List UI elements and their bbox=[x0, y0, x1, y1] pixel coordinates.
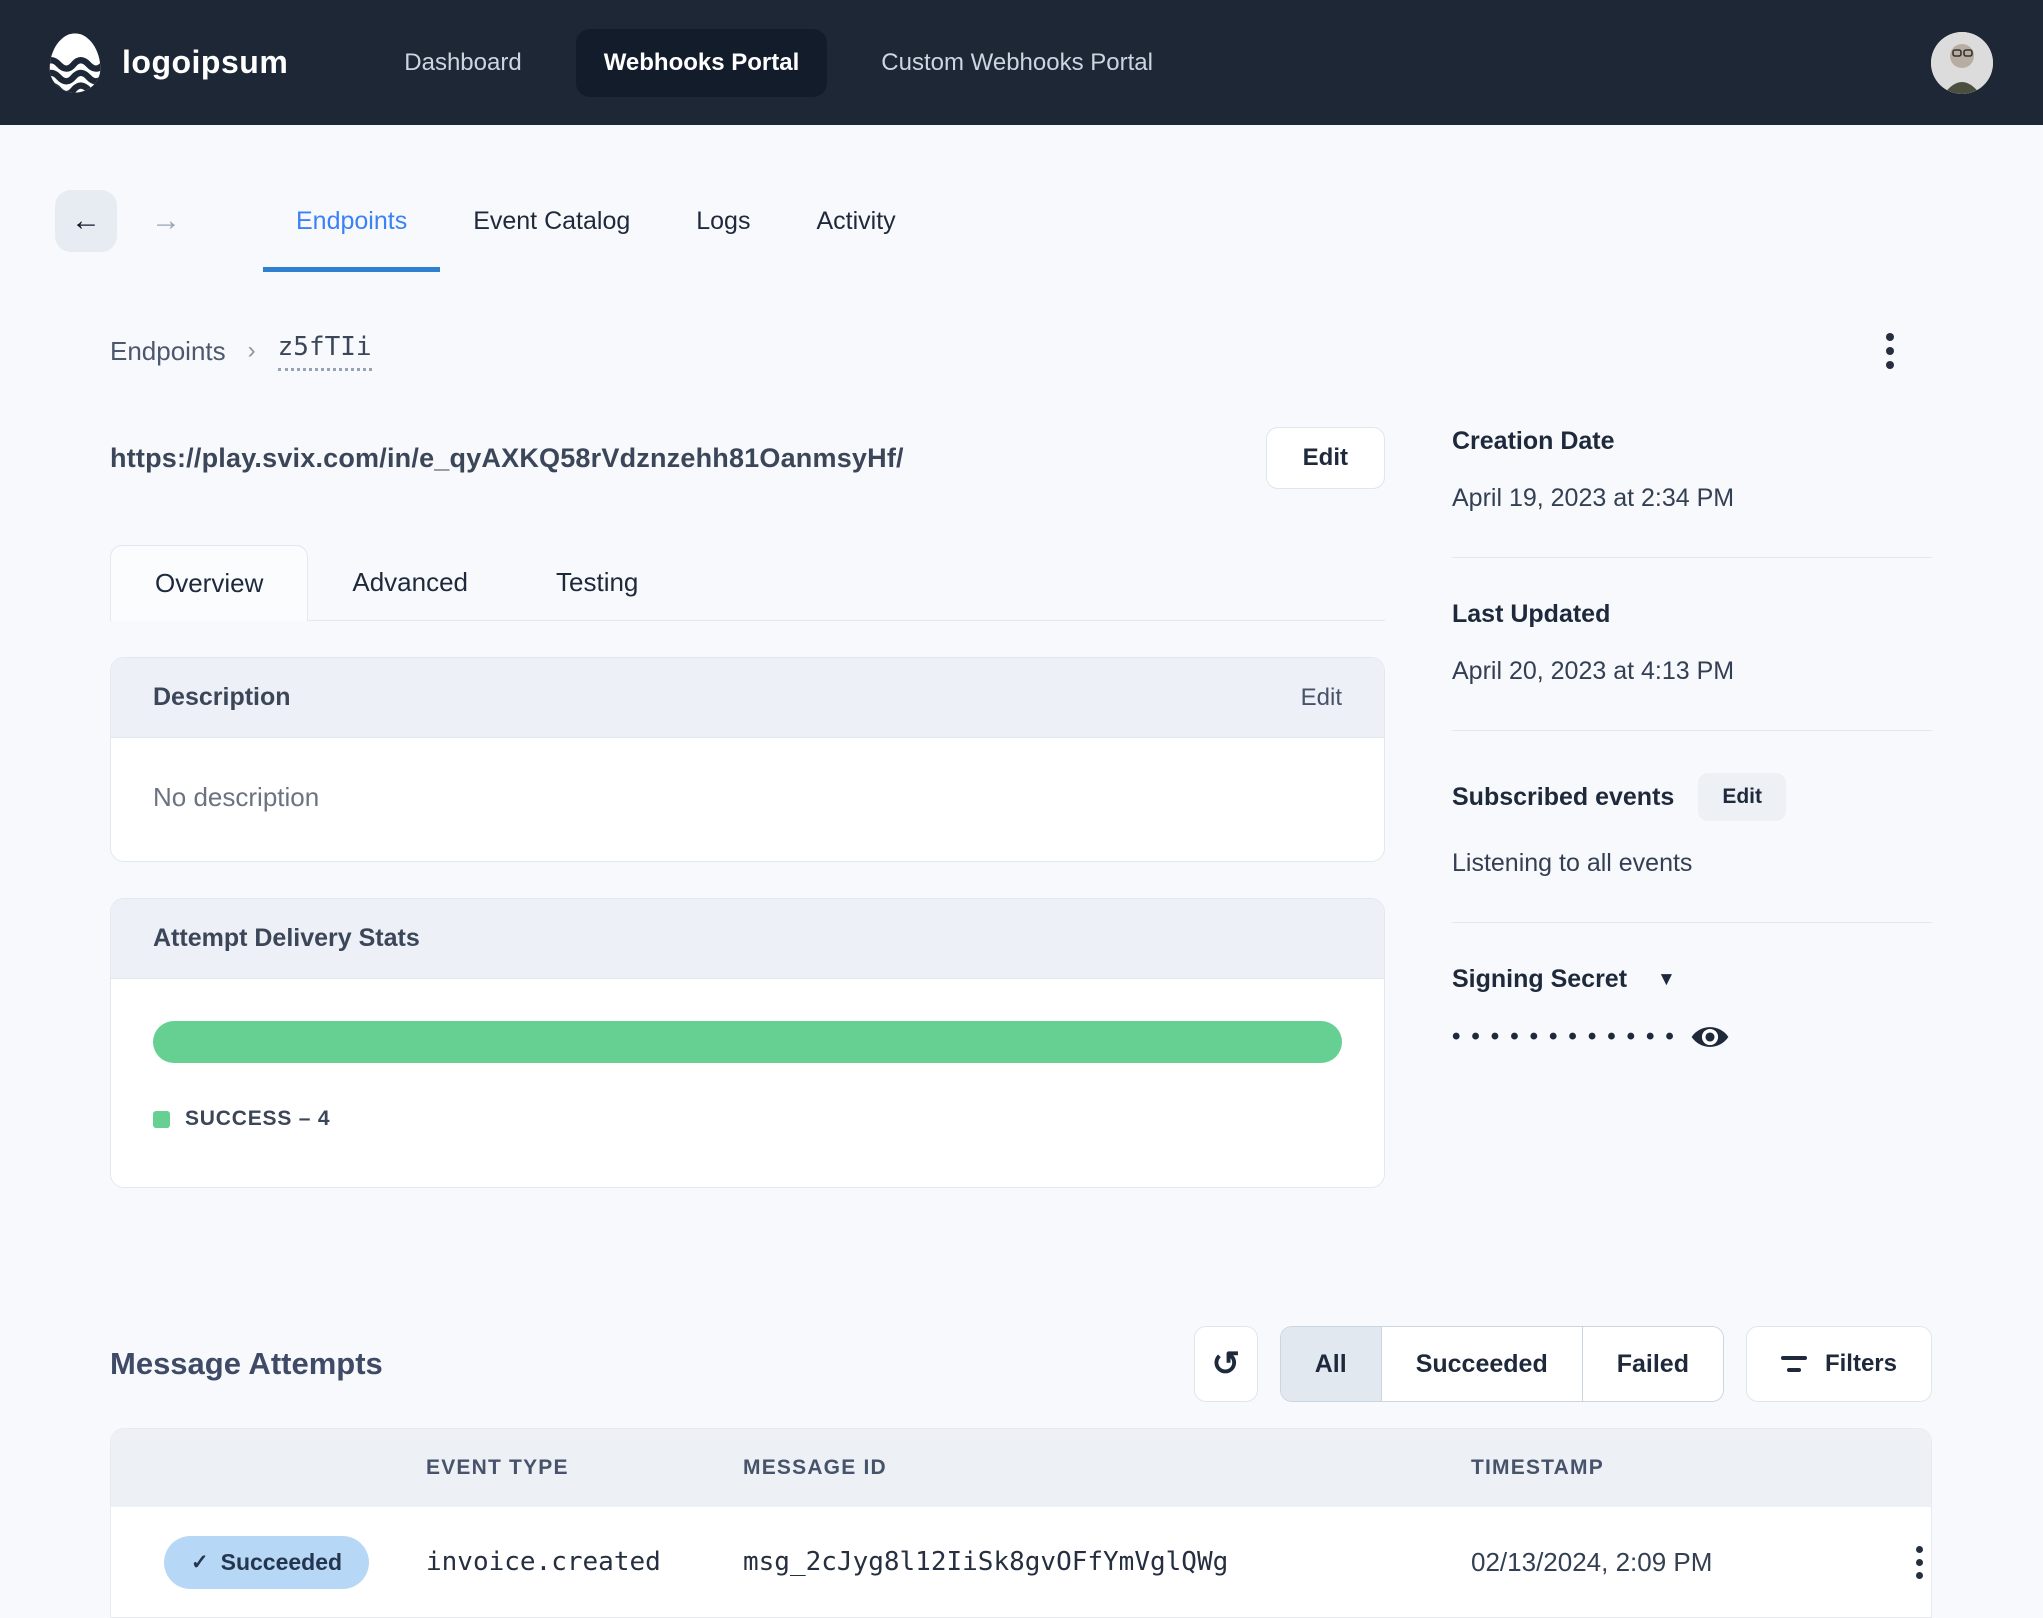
message-attempts-section: Message Attempts ↺ All Succeeded Failed … bbox=[0, 1326, 2043, 1618]
refresh-button[interactable]: ↺ bbox=[1193, 1326, 1258, 1402]
arrow-left-icon: ← bbox=[71, 204, 101, 237]
tab-activity[interactable]: Activity bbox=[783, 189, 928, 254]
success-legend-swatch bbox=[153, 1110, 170, 1128]
check-icon: ✓ bbox=[191, 1550, 209, 1574]
chevron-right-icon: › bbox=[247, 337, 256, 364]
success-legend-label: SUCCESS – 4 bbox=[185, 1107, 331, 1130]
tab-overview[interactable]: Overview bbox=[110, 545, 309, 621]
tab-endpoints[interactable]: Endpoints bbox=[263, 189, 441, 272]
success-stats-bar bbox=[153, 1021, 1342, 1063]
signing-secret-row: •••••••••••• bbox=[1452, 1020, 1932, 1054]
description-empty-text: No description bbox=[153, 782, 320, 812]
filters-button-label: Filters bbox=[1824, 1350, 1897, 1377]
top-tabs: Endpoints Event Catalog Logs Activity bbox=[263, 189, 929, 272]
delivery-stats-header: Attempt Delivery Stats bbox=[111, 899, 1384, 979]
description-card: Description Edit No description bbox=[110, 657, 1385, 862]
description-edit-button[interactable]: Edit bbox=[1301, 684, 1342, 712]
delivery-stats-body: SUCCESS – 4 bbox=[111, 979, 1384, 1187]
top-nav: logoipsum Dashboard Webhooks Portal Cust… bbox=[0, 0, 2043, 125]
filter-succeeded-button[interactable]: Succeeded bbox=[1380, 1327, 1582, 1401]
filter-failed-button[interactable]: Failed bbox=[1581, 1327, 1723, 1401]
last-updated-label: Last Updated bbox=[1452, 600, 1611, 628]
tab-event-catalog[interactable]: Event Catalog bbox=[440, 189, 663, 254]
creation-date-value: April 19, 2023 at 2:34 PM bbox=[1452, 484, 1735, 512]
creation-date-block: Creation Date April 19, 2023 at 2:34 PM bbox=[1452, 427, 1932, 558]
event-type-cell: invoice.created bbox=[426, 1547, 661, 1577]
eye-icon bbox=[1689, 1020, 1731, 1054]
nav-item-custom-webhooks-portal[interactable]: Custom Webhooks Portal bbox=[853, 29, 1181, 97]
event-type-column-header: EVENT TYPE bbox=[426, 1456, 569, 1479]
filters-button[interactable]: Filters bbox=[1745, 1326, 1932, 1402]
table-row[interactable]: ✓ Succeeded invoice.created msg_2cJyg8l1… bbox=[111, 1507, 1931, 1617]
description-title: Description bbox=[153, 683, 291, 711]
status-badge-label: Succeeded bbox=[220, 1548, 343, 1575]
delivery-stats-title: Attempt Delivery Stats bbox=[153, 924, 420, 952]
stats-legend: SUCCESS – 4 bbox=[153, 1107, 1342, 1131]
subscribed-events-value: Listening to all events bbox=[1452, 849, 1693, 877]
row-options-button[interactable] bbox=[1908, 1538, 1931, 1587]
attempts-table: EVENT TYPE MESSAGE ID TIMESTAMP ✓ Succee… bbox=[110, 1428, 1932, 1618]
signing-secret-label: Signing Secret bbox=[1452, 965, 1628, 993]
logo: logoipsum bbox=[46, 32, 288, 94]
status-badge: ✓ Succeeded bbox=[164, 1535, 370, 1589]
subscribed-events-edit-button[interactable]: Edit bbox=[1698, 773, 1786, 821]
breadcrumb-root[interactable]: Endpoints bbox=[110, 336, 226, 367]
logo-waves-icon bbox=[46, 32, 104, 94]
breadcrumb: Endpoints › z5fTIi bbox=[0, 325, 2043, 377]
reveal-secret-button[interactable] bbox=[1689, 1020, 1731, 1054]
endpoint-url-row: https://play.svix.com/in/e_qyAXKQ58rVdzn… bbox=[110, 427, 1385, 489]
filter-all-button[interactable]: All bbox=[1280, 1327, 1381, 1401]
timestamp-cell: 02/13/2024, 2:09 PM bbox=[1471, 1546, 1713, 1577]
message-id-cell: msg_2cJyg8l12IiSk8gvOFfYmVglQWg bbox=[743, 1547, 1229, 1577]
attempts-table-header: EVENT TYPE MESSAGE ID TIMESTAMP bbox=[111, 1429, 1931, 1507]
tab-testing[interactable]: Testing bbox=[512, 545, 682, 620]
tab-logs[interactable]: Logs bbox=[663, 189, 783, 254]
kebab-icon bbox=[1916, 1545, 1923, 1553]
refresh-icon: ↺ bbox=[1211, 1345, 1241, 1383]
message-attempts-title: Message Attempts bbox=[110, 1346, 383, 1381]
nav-links: Dashboard Webhooks Portal Custom Webhook… bbox=[376, 28, 1181, 97]
description-card-header: Description Edit bbox=[111, 658, 1384, 738]
timestamp-column-header: TIMESTAMP bbox=[1471, 1456, 1604, 1479]
detail-tabs: Overview Advanced Testing bbox=[110, 545, 1385, 621]
message-attempts-header: Message Attempts ↺ All Succeeded Failed … bbox=[110, 1326, 1932, 1402]
signing-secret-toggle[interactable]: Signing Secret ▼ bbox=[1452, 965, 1932, 994]
nav-item-webhooks-portal[interactable]: Webhooks Portal bbox=[575, 28, 828, 97]
subscribed-events-label: Subscribed events bbox=[1452, 782, 1675, 811]
last-updated-value: April 20, 2023 at 4:13 PM bbox=[1452, 657, 1735, 685]
delivery-stats-card: Attempt Delivery Stats SUCCESS – 4 bbox=[110, 898, 1385, 1188]
logo-text: logoipsum bbox=[122, 44, 289, 80]
status-filter-segmented: All Succeeded Failed bbox=[1279, 1326, 1724, 1402]
message-id-column-header: MESSAGE ID bbox=[743, 1456, 887, 1479]
subscribed-events-block: Subscribed events Edit Listening to all … bbox=[1452, 773, 1932, 923]
creation-date-label: Creation Date bbox=[1452, 427, 1615, 455]
last-updated-block: Last Updated April 20, 2023 at 4:13 PM bbox=[1452, 600, 1932, 731]
tab-advanced[interactable]: Advanced bbox=[308, 545, 512, 620]
content-row: https://play.svix.com/in/e_qyAXKQ58rVdzn… bbox=[0, 427, 2043, 1188]
toolbar-row: ← → Endpoints Event Catalog Logs Activit… bbox=[0, 125, 2043, 272]
filter-icon bbox=[1780, 1356, 1807, 1372]
breadcrumb-current[interactable]: z5fTIi bbox=[277, 332, 372, 371]
signing-secret-masked: •••••••••••• bbox=[1452, 1023, 1685, 1050]
nav-item-dashboard[interactable]: Dashboard bbox=[376, 29, 549, 97]
avatar[interactable] bbox=[1931, 31, 1993, 94]
endpoint-url: https://play.svix.com/in/e_qyAXKQ58rVdzn… bbox=[110, 442, 904, 473]
edit-endpoint-button[interactable]: Edit bbox=[1265, 427, 1385, 489]
main-column: https://play.svix.com/in/e_qyAXKQ58rVdzn… bbox=[110, 427, 1385, 1188]
attempts-controls: ↺ All Succeeded Failed Filters bbox=[1193, 1326, 1932, 1402]
endpoint-options-button[interactable] bbox=[1878, 325, 1902, 377]
forward-button[interactable]: → bbox=[135, 190, 197, 252]
kebab-icon bbox=[1886, 333, 1894, 341]
chevron-down-icon: ▼ bbox=[1657, 968, 1676, 990]
back-button[interactable]: ← bbox=[55, 190, 117, 252]
arrow-right-icon: → bbox=[151, 204, 181, 237]
signing-secret-block: Signing Secret ▼ •••••••••••• bbox=[1452, 965, 1932, 1098]
sidebar: Creation Date April 19, 2023 at 2:34 PM … bbox=[1452, 427, 1932, 1098]
